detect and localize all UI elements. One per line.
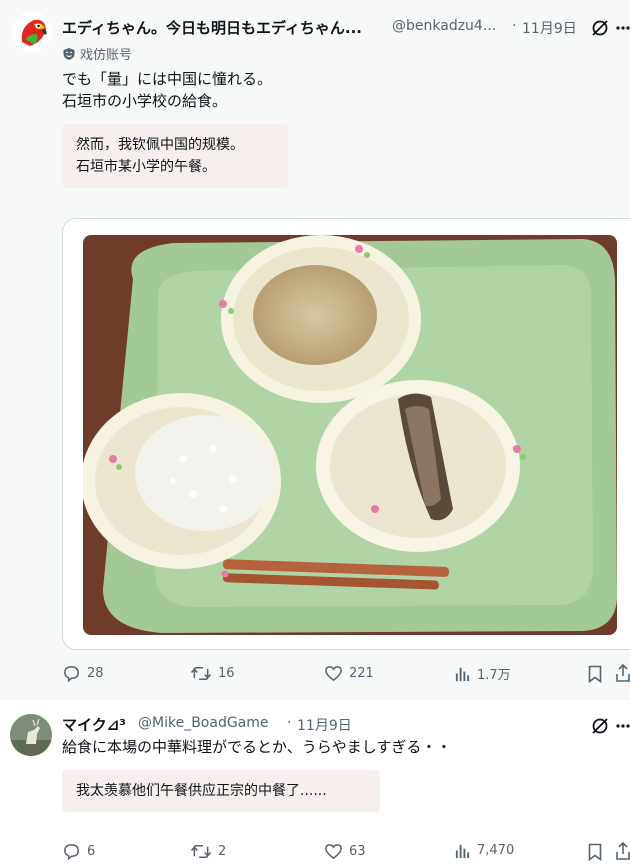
- tweet-card[interactable]: エディちゃん。今日も明日もエディちゃん... @benkadzu4... · 1…: [0, 0, 630, 700]
- like-count: 221: [349, 666, 374, 681]
- parody-account-badge: 戏仿账号: [62, 44, 132, 63]
- view-count: 7,470: [477, 843, 515, 858]
- like-action[interactable]: 221: [324, 664, 374, 683]
- retweet-action[interactable]: 2: [190, 842, 226, 861]
- view-count: 1.7万: [477, 668, 511, 683]
- share-icon[interactable]: [616, 662, 630, 684]
- shield-icon: [63, 47, 75, 60]
- retweet-count: 16: [218, 666, 235, 681]
- tweet-text: 給食に本場の中華料理がでるとか、うらやましすぎる・・: [62, 738, 452, 756]
- tweet-text: でも「量」には中国に憧れる。 石垣市の小学校の給食。: [62, 70, 273, 110]
- retweet-action[interactable]: 16: [190, 664, 235, 683]
- reply-action[interactable]: 28: [62, 664, 104, 683]
- parrot-avatar-image: [12, 12, 52, 52]
- retweet-icon: [190, 667, 212, 680]
- grok-icon[interactable]: [590, 18, 610, 38]
- more-options-icon[interactable]: [616, 18, 630, 38]
- avatar[interactable]: [12, 12, 52, 52]
- reply-count: 28: [87, 666, 104, 681]
- like-count: 63: [349, 844, 366, 859]
- translation-box: 我太羡慕他们午餐供应正宗的中餐了......: [62, 770, 380, 812]
- school-lunch-photo: [83, 235, 617, 635]
- heart-icon: [325, 844, 342, 860]
- heart-icon: [325, 666, 342, 682]
- grok-icon[interactable]: [590, 716, 610, 736]
- tweet-card[interactable]: マイク⊿³ @Mike_BoadGame · 11月9日 給食に本場の中華料理が…: [0, 700, 630, 866]
- bookmark-icon[interactable]: [586, 842, 604, 862]
- analytics-icon: [455, 844, 470, 859]
- separator-dot: ·: [512, 18, 517, 34]
- reply-icon: [64, 844, 79, 861]
- retweet-count: 2: [218, 844, 227, 859]
- analytics-icon: [455, 667, 470, 682]
- tweet-date[interactable]: 11月9日: [522, 18, 577, 38]
- author-handle[interactable]: @benkadzu4...: [392, 18, 496, 34]
- separator-dot: ·: [287, 715, 292, 731]
- author-name[interactable]: マイク⊿³: [62, 714, 126, 735]
- more-options-icon[interactable]: [616, 716, 630, 736]
- author-name[interactable]: エディちゃん。今日も明日もエディちゃん...: [62, 17, 362, 38]
- views-action[interactable]: 7,470: [454, 842, 514, 859]
- like-action[interactable]: 63: [324, 842, 366, 861]
- retweet-icon: [190, 845, 212, 858]
- reply-action[interactable]: 6: [62, 842, 95, 861]
- translation-box: 然而，我钦佩中国的规模。 石垣市某小学的午餐。: [62, 124, 288, 188]
- tweet-date[interactable]: 11月9日: [297, 715, 352, 735]
- reply-count: 6: [87, 844, 96, 859]
- author-handle[interactable]: @Mike_BoadGame: [138, 715, 269, 731]
- tweet-media[interactable]: [62, 218, 630, 650]
- bookmark-icon[interactable]: [586, 664, 604, 684]
- deer-avatar-image: [10, 714, 52, 756]
- views-action[interactable]: 1.7万: [454, 664, 511, 683]
- reply-icon: [64, 666, 79, 683]
- share-icon[interactable]: [616, 840, 630, 862]
- badge-label: 戏仿账号: [80, 48, 133, 63]
- avatar[interactable]: [10, 714, 52, 756]
